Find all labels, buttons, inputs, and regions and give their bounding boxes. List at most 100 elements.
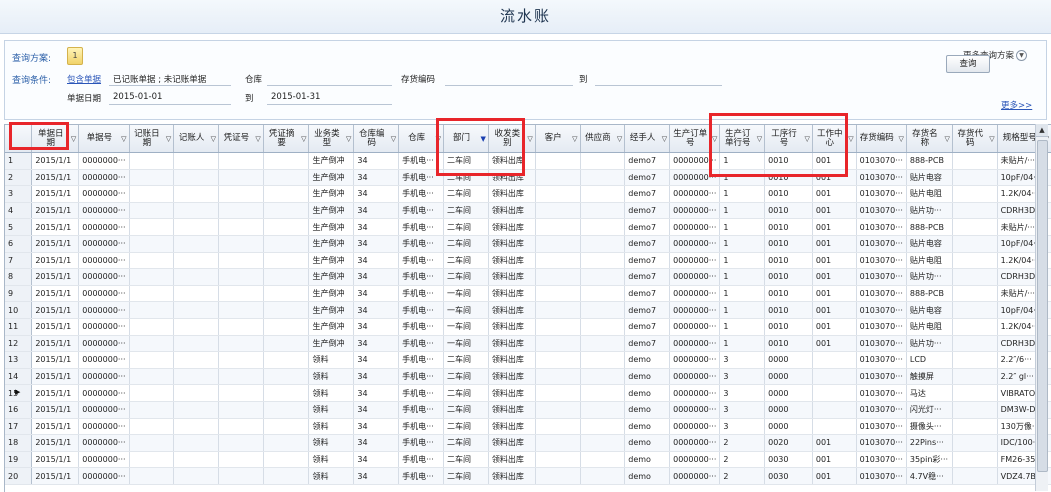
cell-invcls[interactable] [952,202,998,220]
cell-date[interactable]: 2015/1/1 [31,169,80,187]
cell-postdate[interactable] [129,384,175,402]
cell-date[interactable]: 2015/1/1 [31,152,80,170]
cell-voucher[interactable] [218,418,264,436]
cell-date[interactable]: 2015/1/1 [31,318,80,336]
cell-handler[interactable]: demo [624,418,671,436]
chevron-down-icon[interactable]: ▼ [1016,50,1028,61]
filter-icon[interactable]: ▽ [848,135,853,144]
cell-invcode[interactable]: 0103070··· [856,152,907,170]
cell-mo[interactable]: 0000000··· [669,268,721,286]
cell-wc[interactable] [812,418,857,436]
cell-moline[interactable]: 3 [719,384,766,402]
cell-biztype[interactable]: 生产倒冲 [308,169,355,187]
cell-handler[interactable]: demo7 [624,202,671,220]
inventory-code-from-input[interactable] [445,73,573,86]
cell-invcode[interactable]: 0103070··· [856,318,907,336]
cell-biztype[interactable]: 生产倒冲 [308,252,355,270]
cell-customer[interactable] [535,418,581,436]
cell-invcls[interactable] [952,368,998,386]
cell-mo[interactable]: 0000000··· [669,301,721,319]
cell-vsummary[interactable] [263,152,310,170]
cell-wh[interactable]: 手机电··· [398,235,445,253]
cell-rdtype[interactable]: 领料出库 [488,401,536,419]
cell-wc[interactable]: 001 [812,434,857,452]
cell-invcls[interactable] [952,335,998,353]
cell-docno[interactable]: 0000000··· [78,384,130,402]
cell-mo[interactable]: 0000000··· [669,252,721,270]
cell-handler[interactable]: demo [624,467,671,485]
cell-whcode[interactable]: 34 [353,235,400,253]
cell-opline[interactable]: 0010 [764,285,813,303]
cell-invcls[interactable] [952,384,998,402]
cell-supplier[interactable] [580,467,626,485]
inventory-code-to-input[interactable] [595,73,722,86]
cell-invname[interactable]: 贴片电阻 [906,252,953,270]
cell-dept[interactable]: 二车间 [443,218,489,236]
cell-vsummary[interactable] [263,252,310,270]
cell-invname[interactable]: 贴片功··· [906,202,953,220]
cell-whcode[interactable]: 34 [353,401,400,419]
cell-poster[interactable] [173,451,220,469]
cell-whcode[interactable]: 34 [353,351,400,369]
cell-invcls[interactable] [952,401,998,419]
cell-docno[interactable]: 0000000··· [78,185,130,203]
col-header[interactable]: 凭证号 ▽ [218,125,264,153]
cell-rdtype[interactable]: 领料出库 [488,434,536,452]
cell-voucher[interactable] [218,335,264,353]
cell-invname[interactable]: 贴片电容 [906,301,953,319]
filter-icon[interactable]: ▽ [617,135,622,144]
cell-wh[interactable]: 手机电··· [398,318,445,336]
cell-invcls[interactable] [952,252,998,270]
cell-postdate[interactable] [129,218,175,236]
filter-icon[interactable]: ▽ [121,135,126,144]
cell-wc[interactable]: 001 [812,268,857,286]
table-row[interactable]: 10 2015/1/1 0000000··· 生产倒冲 34 手机电··· 一车间 领料出库 d… [5,301,1051,319]
cell-biztype[interactable]: 生产倒冲 [308,152,355,170]
include-docs-field[interactable] [109,73,231,86]
cell-postdate[interactable] [129,185,175,203]
cell-whcode[interactable]: 34 [353,368,400,386]
cell-mo[interactable]: 0000000··· [669,351,721,369]
cell-wc[interactable]: 001 [812,335,857,353]
cell-supplier[interactable] [580,218,626,236]
cell-customer[interactable] [535,268,581,286]
row-number[interactable]: 9 [5,285,33,303]
table-row[interactable]: 17 2015/1/1 0000000··· 领料 34 手机电··· 二车间 领料出库 dem… [5,418,1051,436]
filter-icon[interactable]: ▽ [71,135,76,144]
cell-opline[interactable]: 0000 [764,368,813,386]
cell-whcode[interactable]: 34 [353,318,400,336]
cell-supplier[interactable] [580,169,626,187]
cell-voucher[interactable] [218,202,264,220]
table-row[interactable]: 9 2015/1/1 0000000··· 生产倒冲 34 手机电··· 一车间 领料出库 de… [5,285,1051,303]
cell-postdate[interactable] [129,318,175,336]
cell-moline[interactable]: 1 [719,252,766,270]
cell-voucher[interactable] [218,285,264,303]
cell-supplier[interactable] [580,152,626,170]
cell-rdtype[interactable]: 领料出库 [488,268,536,286]
cell-docno[interactable]: 0000000··· [78,418,130,436]
cell-invname[interactable]: 888-PCB [906,218,953,236]
cell-handler[interactable]: demo7 [624,235,671,253]
cell-moline[interactable]: 3 [719,368,766,386]
cell-opline[interactable]: 0010 [764,268,813,286]
cell-whcode[interactable]: 34 [353,418,400,436]
cell-poster[interactable] [173,335,220,353]
cell-opline[interactable]: 0010 [764,252,813,270]
cell-wc[interactable]: 001 [812,252,857,270]
cell-date[interactable]: 2015/1/1 [31,401,80,419]
table-row[interactable]: 6 2015/1/1 0000000··· 生产倒冲 34 手机电··· 二车间 领料出库 de… [5,235,1051,253]
cell-dept[interactable]: 一车间 [443,318,489,336]
cell-invname[interactable]: 贴片电容 [906,235,953,253]
cell-dept[interactable]: 二车间 [443,418,489,436]
col-header[interactable]: 仓库编码 ▽ [353,125,400,153]
cell-moline[interactable]: 3 [719,418,766,436]
col-header[interactable]: 供应商 ▽ [580,125,626,153]
cell-voucher[interactable] [218,451,264,469]
cell-poster[interactable] [173,401,220,419]
cell-invname[interactable]: 4.7V稳··· [906,467,953,485]
cell-poster[interactable] [173,235,220,253]
cell-moline[interactable]: 2 [719,467,766,485]
cell-docno[interactable]: 0000000··· [78,351,130,369]
table-row[interactable]: 4 2015/1/1 0000000··· 生产倒冲 34 手机电··· 二车间 领料出库 de… [5,202,1051,220]
cell-rdtype[interactable]: 领料出库 [488,185,536,203]
